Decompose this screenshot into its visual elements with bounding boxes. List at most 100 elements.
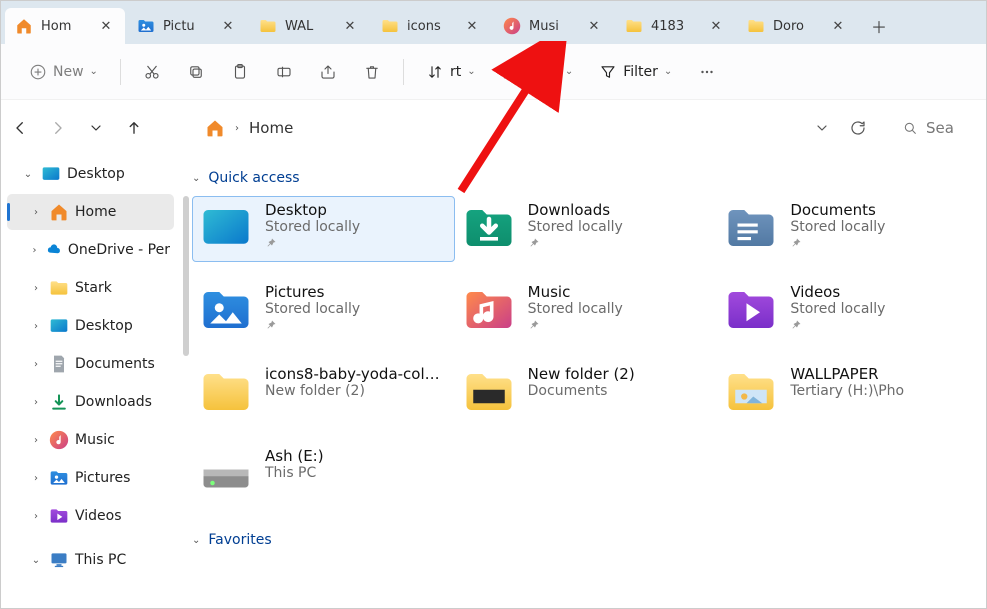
sidebar-item-label: Stark [75, 280, 112, 296]
card-downloads[interactable]: Downloads Stored locally [455, 196, 718, 262]
pin-icon [265, 237, 360, 252]
more-button[interactable] [688, 54, 726, 90]
sidebar-item-label: This PC [75, 552, 126, 568]
tab-home[interactable]: Hom ✕ [5, 8, 125, 44]
tab-pictures[interactable]: Pictu ✕ [127, 8, 247, 44]
sidebar-item-label: Home [75, 204, 116, 220]
close-icon[interactable]: ✕ [707, 17, 725, 35]
forward-button[interactable] [47, 117, 69, 139]
section-label: Favorites [208, 532, 271, 548]
music-icon [462, 283, 516, 337]
sidebar-item-stark[interactable]: › Stark [7, 270, 174, 306]
home-icon [15, 17, 33, 35]
video-icon [49, 506, 69, 526]
home-icon [49, 202, 69, 222]
tab-4183[interactable]: 4183 ✕ [615, 8, 735, 44]
paste-button[interactable] [221, 54, 259, 90]
document-icon [724, 201, 778, 255]
sidebar-item-home[interactable]: › Home [7, 194, 174, 230]
sidebar-root-desktop[interactable]: ⌄ Desktop [7, 156, 174, 192]
search-input[interactable]: Sea [894, 109, 972, 147]
onedrive-icon [46, 240, 62, 260]
tab-bar: Hom ✕ Pictu ✕ WAL ✕ icons ✕ Musi ✕ 4183 … [1, 1, 986, 44]
folder-icon [724, 365, 778, 419]
tab-music[interactable]: Musi ✕ [493, 8, 613, 44]
close-icon[interactable]: ✕ [341, 17, 359, 35]
recent-button[interactable] [85, 117, 107, 139]
new-tab-button[interactable]: ＋ [859, 8, 899, 44]
new-label: New [53, 64, 84, 80]
folder-icon [381, 17, 399, 35]
tab-wal[interactable]: WAL ✕ [249, 8, 369, 44]
tab-label: Musi [529, 19, 577, 34]
sidebar: ⌄ Desktop › Home › OneDrive - Per › Star… [1, 100, 180, 609]
up-button[interactable] [123, 117, 145, 139]
card-new-folder-2[interactable]: New folder (2) Documents [455, 360, 718, 426]
sidebar-item-desktop[interactable]: › Desktop [7, 308, 174, 344]
card-wallpaper[interactable]: WALLPAPER Tertiary (H:)\Pho [717, 360, 980, 426]
chevron-down-icon[interactable] [809, 115, 835, 141]
share-button[interactable] [309, 54, 347, 90]
section-favorites[interactable]: ⌄ Favorites [192, 532, 986, 548]
sidebar-item-label: Pictures [75, 470, 130, 486]
close-icon[interactable]: ✕ [585, 17, 603, 35]
sidebar-item-music[interactable]: › Music [7, 422, 174, 458]
folder-icon [462, 365, 516, 419]
tab-icons[interactable]: icons ✕ [371, 8, 491, 44]
video-icon [724, 283, 778, 337]
download-icon [462, 201, 516, 255]
more-icon [698, 63, 716, 81]
close-icon[interactable]: ✕ [829, 17, 847, 35]
folder-icon [49, 278, 69, 298]
card-sub: Stored locally [790, 301, 885, 317]
close-icon[interactable]: ✕ [97, 17, 115, 35]
picture-icon [137, 17, 155, 35]
sidebar-item-documents[interactable]: › Documents [7, 346, 174, 382]
card-videos[interactable]: Videos Stored locally [717, 278, 980, 344]
chevron-right-icon: › [29, 435, 43, 446]
close-icon[interactable]: ✕ [219, 17, 237, 35]
copy-button[interactable] [177, 54, 215, 90]
separator [120, 59, 121, 85]
chevron-right-icon: › [29, 473, 43, 484]
sort-icon [426, 63, 444, 81]
card-ash-drive[interactable]: Ash (E:) This PC [192, 442, 455, 508]
breadcrumb[interactable]: › Home [194, 109, 882, 147]
desktop-icon [199, 201, 253, 255]
folder-icon [747, 17, 765, 35]
sidebar-item-label: Downloads [75, 394, 152, 410]
sort-label: rt [450, 64, 461, 80]
card-music[interactable]: Music Stored locally [455, 278, 718, 344]
pin-icon [265, 319, 360, 334]
card-name: Downloads [528, 201, 623, 219]
sidebar-item-videos[interactable]: › Videos [7, 498, 174, 534]
card-name: Pictures [265, 283, 360, 301]
picture-icon [199, 283, 253, 337]
back-button[interactable] [9, 117, 31, 139]
tab-doro[interactable]: Doro ✕ [737, 8, 857, 44]
card-name: New folder (2) [528, 365, 635, 383]
chevron-right-icon: › [29, 245, 40, 256]
card-documents[interactable]: Documents Stored locally [717, 196, 980, 262]
sidebar-item-label: OneDrive - Per [68, 242, 170, 258]
card-icons8[interactable]: icons8-baby-yoda-color-... New folder (2… [192, 360, 455, 426]
chevron-down-icon: ⌄ [664, 66, 672, 77]
picture-icon [49, 468, 69, 488]
paste-icon [231, 63, 249, 81]
pin-icon [790, 237, 885, 252]
chevron-down-icon: ⌄ [29, 555, 43, 566]
card-sub: Stored locally [265, 301, 360, 317]
sidebar-item-label: Documents [75, 356, 155, 372]
share-icon [319, 63, 337, 81]
sidebar-item-this-pc[interactable]: ⌄ This PC [7, 542, 174, 578]
sidebar-item-onedrive[interactable]: › OneDrive - Per [7, 232, 174, 268]
card-pictures[interactable]: Pictures Stored locally [192, 278, 455, 344]
sort-button[interactable]: rt ⌄ [416, 54, 486, 90]
refresh-button[interactable] [845, 115, 871, 141]
sidebar-item-downloads[interactable]: › Downloads [7, 384, 174, 420]
close-icon[interactable]: ✕ [463, 17, 481, 35]
pin-icon [528, 237, 623, 252]
card-desktop[interactable]: Desktop Stored locally [192, 196, 455, 262]
sidebar-item-pictures[interactable]: › Pictures [7, 460, 174, 496]
section-quick-access[interactable]: ⌄ Quick access [192, 170, 986, 186]
